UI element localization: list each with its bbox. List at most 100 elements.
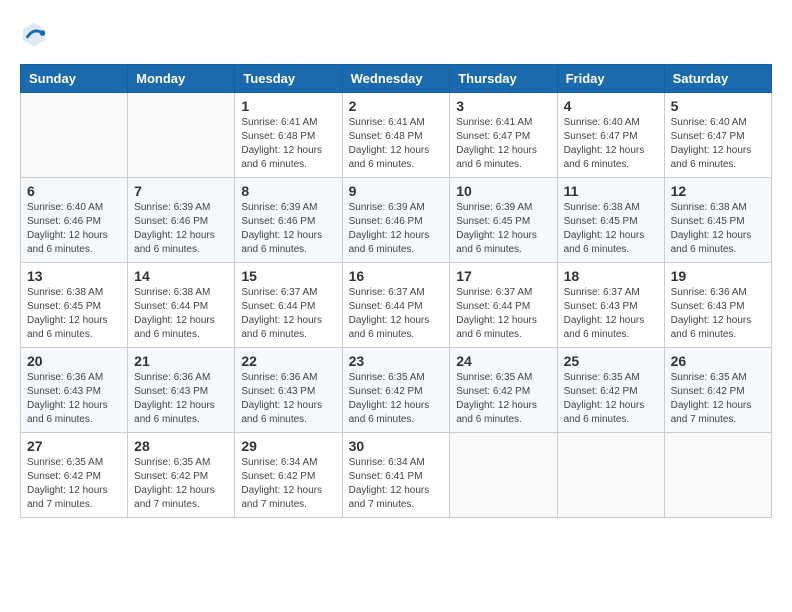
calendar-cell: 6Sunrise: 6:40 AM Sunset: 6:46 PM Daylig… (21, 178, 128, 263)
day-number: 11 (564, 183, 658, 199)
day-number: 10 (456, 183, 550, 199)
day-number: 22 (241, 353, 335, 369)
calendar-cell: 30 Sunrise: 6:34 AM Sunset: 6:41 PM Dayli… (342, 433, 450, 518)
day-number: 14 (134, 268, 228, 284)
day-number: 18 (564, 268, 658, 284)
calendar-cell: 11 Sunrise: 6:38 AM Sunset: 6:45 PM Dayli… (557, 178, 664, 263)
day-info: Sunrise: 6:37 AM Sunset: 6:44 PM Dayligh… (241, 286, 335, 342)
calendar-cell: 5 Sunrise: 6:40 AM Sunset: 6:47 PM Daylig… (664, 93, 771, 178)
day-number: 30 (349, 438, 444, 454)
weekday-header-sunday: Sunday (21, 65, 128, 93)
day-info: Sunrise: 6:35 AM Sunset: 6:42 PM Dayligh… (134, 456, 228, 512)
day-info: Sunrise: 6:38 AM Sunset: 6:45 PM Dayligh… (671, 201, 765, 257)
day-number: 29 (241, 438, 335, 454)
page-header (20, 20, 772, 48)
day-number: 15 (241, 268, 335, 284)
calendar-cell: 18 Sunrise: 6:37 AM Sunset: 6:43 PM Dayli… (557, 263, 664, 348)
day-info: Sunrise: 6:40 AM Sunset: 6:46 PM Dayligh… (27, 201, 121, 257)
calendar-cell: 4 Sunrise: 6:40 AM Sunset: 6:47 PM Daylig… (557, 93, 664, 178)
calendar-cell: 10 Sunrise: 6:39 AM Sunset: 6:45 PM Dayli… (450, 178, 557, 263)
day-number: 16 (349, 268, 444, 284)
day-number: 5 (671, 98, 765, 114)
weekday-header-monday: Monday (128, 65, 235, 93)
calendar-cell: 21 Sunrise: 6:36 AM Sunset: 6:43 PM Dayli… (128, 348, 235, 433)
day-info: Sunrise: 6:39 AM Sunset: 6:46 PM Dayligh… (241, 201, 335, 257)
calendar-cell: 24Sunrise: 6:35 AM Sunset: 6:42 PM Dayli… (450, 348, 557, 433)
logo (20, 20, 52, 48)
weekday-header-wednesday: Wednesday (342, 65, 450, 93)
day-number: 26 (671, 353, 765, 369)
calendar-cell (450, 433, 557, 518)
calendar-cell: 28 Sunrise: 6:35 AM Sunset: 6:42 PM Dayli… (128, 433, 235, 518)
week-row-1: 1 Sunrise: 6:41 AM Sunset: 6:48 PM Daylig… (21, 93, 772, 178)
day-info: Sunrise: 6:39 AM Sunset: 6:45 PM Dayligh… (456, 201, 550, 257)
calendar-cell (128, 93, 235, 178)
calendar-header-row: SundayMondayTuesdayWednesdayThursdayFrid… (21, 65, 772, 93)
calendar-cell (21, 93, 128, 178)
calendar-cell: 12 Sunrise: 6:38 AM Sunset: 6:45 PM Dayli… (664, 178, 771, 263)
day-number: 1 (241, 98, 335, 114)
day-number: 4 (564, 98, 658, 114)
day-info: Sunrise: 6:34 AM Sunset: 6:41 PM Dayligh… (349, 456, 444, 512)
day-info: Sunrise: 6:35 AM Sunset: 6:42 PM Dayligh… (671, 371, 765, 427)
day-number: 21 (134, 353, 228, 369)
day-info: Sunrise: 6:34 AM Sunset: 6:42 PM Dayligh… (241, 456, 335, 512)
calendar-cell: 16Sunrise: 6:37 AM Sunset: 6:44 PM Dayli… (342, 263, 450, 348)
weekday-header-tuesday: Tuesday (235, 65, 342, 93)
calendar-cell: 9 Sunrise: 6:39 AM Sunset: 6:46 PM Daylig… (342, 178, 450, 263)
week-row-2: 6Sunrise: 6:40 AM Sunset: 6:46 PM Daylig… (21, 178, 772, 263)
calendar-cell: 26 Sunrise: 6:35 AM Sunset: 6:42 PM Dayli… (664, 348, 771, 433)
day-number: 27 (27, 438, 121, 454)
calendar-cell: 13 Sunrise: 6:38 AM Sunset: 6:45 PM Dayli… (21, 263, 128, 348)
week-row-3: 13 Sunrise: 6:38 AM Sunset: 6:45 PM Dayli… (21, 263, 772, 348)
day-info: Sunrise: 6:36 AM Sunset: 6:43 PM Dayligh… (134, 371, 228, 427)
day-info: Sunrise: 6:41 AM Sunset: 6:48 PM Dayligh… (241, 116, 335, 172)
day-number: 25 (564, 353, 658, 369)
day-number: 13 (27, 268, 121, 284)
calendar-cell: 23 Sunrise: 6:35 AM Sunset: 6:42 PM Dayli… (342, 348, 450, 433)
calendar-cell: 8 Sunrise: 6:39 AM Sunset: 6:46 PM Daylig… (235, 178, 342, 263)
day-info: Sunrise: 6:41 AM Sunset: 6:48 PM Dayligh… (349, 116, 444, 172)
day-info: Sunrise: 6:38 AM Sunset: 6:45 PM Dayligh… (27, 286, 121, 342)
day-info: Sunrise: 6:37 AM Sunset: 6:44 PM Dayligh… (456, 286, 550, 342)
day-info: Sunrise: 6:36 AM Sunset: 6:43 PM Dayligh… (241, 371, 335, 427)
day-number: 17 (456, 268, 550, 284)
day-info: Sunrise: 6:41 AM Sunset: 6:47 PM Dayligh… (456, 116, 550, 172)
day-info: Sunrise: 6:38 AM Sunset: 6:45 PM Dayligh… (564, 201, 658, 257)
day-info: Sunrise: 6:40 AM Sunset: 6:47 PM Dayligh… (671, 116, 765, 172)
day-number: 3 (456, 98, 550, 114)
day-number: 8 (241, 183, 335, 199)
calendar-cell: 15 Sunrise: 6:37 AM Sunset: 6:44 PM Dayli… (235, 263, 342, 348)
day-number: 20 (27, 353, 121, 369)
day-number: 7 (134, 183, 228, 199)
day-info: Sunrise: 6:35 AM Sunset: 6:42 PM Dayligh… (27, 456, 121, 512)
day-info: Sunrise: 6:36 AM Sunset: 6:43 PM Dayligh… (27, 371, 121, 427)
day-number: 24 (456, 353, 550, 369)
day-info: Sunrise: 6:37 AM Sunset: 6:43 PM Dayligh… (564, 286, 658, 342)
day-info: Sunrise: 6:39 AM Sunset: 6:46 PM Dayligh… (349, 201, 444, 257)
weekday-header-saturday: Saturday (664, 65, 771, 93)
day-info: Sunrise: 6:36 AM Sunset: 6:43 PM Dayligh… (671, 286, 765, 342)
calendar-table: SundayMondayTuesdayWednesdayThursdayFrid… (20, 64, 772, 518)
day-info: Sunrise: 6:35 AM Sunset: 6:42 PM Dayligh… (564, 371, 658, 427)
calendar-cell: 14 Sunrise: 6:38 AM Sunset: 6:44 PM Dayli… (128, 263, 235, 348)
calendar-cell (664, 433, 771, 518)
calendar-cell: 27 Sunrise: 6:35 AM Sunset: 6:42 PM Dayli… (21, 433, 128, 518)
calendar-cell: 17 Sunrise: 6:37 AM Sunset: 6:44 PM Dayli… (450, 263, 557, 348)
day-number: 23 (349, 353, 444, 369)
calendar-cell: 20 Sunrise: 6:36 AM Sunset: 6:43 PM Dayli… (21, 348, 128, 433)
weekday-header-friday: Friday (557, 65, 664, 93)
calendar-cell: 7Sunrise: 6:39 AM Sunset: 6:46 PM Daylig… (128, 178, 235, 263)
calendar-cell: 22 Sunrise: 6:36 AM Sunset: 6:43 PM Dayli… (235, 348, 342, 433)
day-number: 19 (671, 268, 765, 284)
day-info: Sunrise: 6:40 AM Sunset: 6:47 PM Dayligh… (564, 116, 658, 172)
calendar-cell (557, 433, 664, 518)
day-number: 28 (134, 438, 228, 454)
calendar-cell: 29 Sunrise: 6:34 AM Sunset: 6:42 PM Dayli… (235, 433, 342, 518)
day-info: Sunrise: 6:38 AM Sunset: 6:44 PM Dayligh… (134, 286, 228, 342)
day-info: Sunrise: 6:35 AM Sunset: 6:42 PM Dayligh… (349, 371, 444, 427)
week-row-4: 20 Sunrise: 6:36 AM Sunset: 6:43 PM Dayli… (21, 348, 772, 433)
day-number: 9 (349, 183, 444, 199)
day-number: 12 (671, 183, 765, 199)
weekday-header-thursday: Thursday (450, 65, 557, 93)
